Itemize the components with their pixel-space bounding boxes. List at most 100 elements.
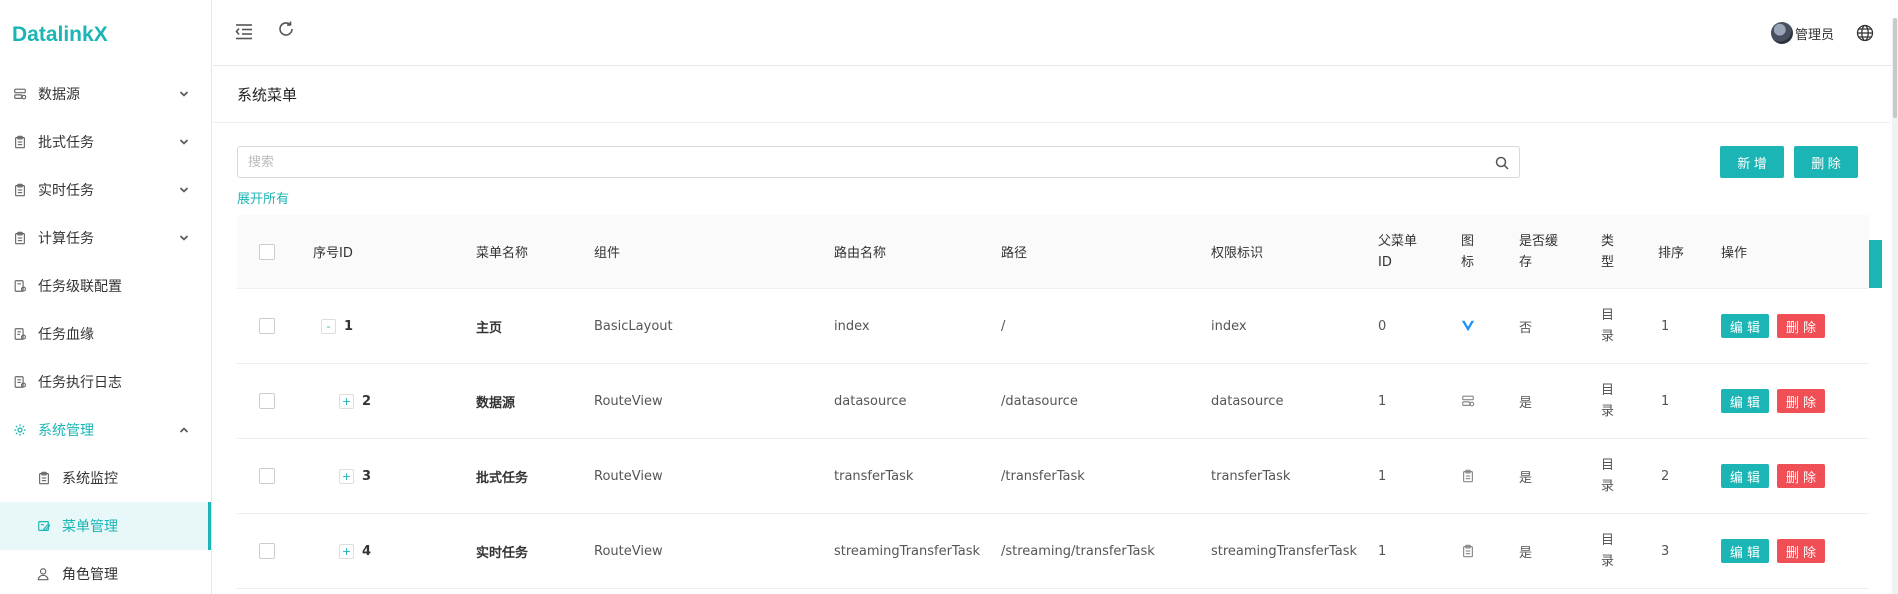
sidebar-item[interactable]: 任务执行日志 <box>0 358 211 406</box>
sidebar-item-label: 系统监控 <box>62 471 118 487</box>
row-sort: 2 <box>1661 468 1670 484</box>
row-component: RouteView <box>594 468 663 484</box>
sidebar-item[interactable]: 菜单管理 <box>0 502 211 550</box>
edit-button[interactable]: 编 辑 <box>1721 464 1769 488</box>
sidebar-item[interactable]: 角色管理 <box>0 550 211 594</box>
row-path: /datasource <box>1001 393 1078 409</box>
col-permission[interactable]: 权限标识 <box>1211 242 1263 261</box>
sidebar-item[interactable]: 任务级联配置 <box>0 262 211 310</box>
sidebar-item-label: 批式任务 <box>38 135 94 151</box>
col-icon[interactable]: 图标 <box>1461 231 1479 273</box>
sidebar-menu: 数据源批式任务实时任务计算任务任务级联配置 任务血缘任务执行日志 系统管理系统监控菜… <box>0 70 211 594</box>
row-id: 3 <box>362 468 372 484</box>
col-id[interactable]: 序号ID <box>313 242 353 261</box>
gear-icon <box>12 422 28 438</box>
chevron-up-icon <box>177 423 191 437</box>
row-path: / <box>1001 318 1006 334</box>
row-component: BasicLayout <box>594 318 673 334</box>
chevron-down-icon <box>177 231 191 245</box>
col-type[interactable]: 类型 <box>1601 231 1619 273</box>
language-icon[interactable] <box>1856 24 1874 42</box>
row-checkbox[interactable] <box>259 543 275 559</box>
user-menu[interactable]: 管理员 <box>1770 22 1834 44</box>
row-name: 实时任务 <box>476 545 529 561</box>
search-input[interactable] <box>248 154 1495 170</box>
row-sort: 3 <box>1661 543 1670 559</box>
sidebar-item[interactable]: 系统管理 <box>0 406 211 454</box>
row-route-name: transferTask <box>834 468 914 484</box>
row-permission: streamingTransferTask <box>1211 543 1357 559</box>
sidebar-item[interactable]: 批式任务 <box>0 118 211 166</box>
avatar <box>1770 22 1793 44</box>
table-row[interactable]: +4 实时任务 RouteView streamingTransferTask/str… <box>237 514 1869 589</box>
row-delete-button[interactable]: 删 除 <box>1777 314 1825 338</box>
col-sort[interactable]: 排序 <box>1658 242 1684 261</box>
row-delete-button[interactable]: 删 除 <box>1777 464 1825 488</box>
select-all-checkbox[interactable] <box>259 243 275 260</box>
sidebar-item-label: 任务血缘 <box>38 327 94 343</box>
row-id: 2 <box>362 393 372 409</box>
sidebar-item-label: 菜单管理 <box>62 519 118 535</box>
database-icon <box>1461 394 1475 408</box>
task-lineage-icon <box>12 326 28 342</box>
add-button[interactable]: 新 增 <box>1720 146 1784 178</box>
menu-fold-icon[interactable] <box>233 20 255 42</box>
row-path: /transferTask <box>1001 468 1085 484</box>
search-box[interactable] <box>237 146 1520 178</box>
row-expander[interactable]: + <box>339 393 354 409</box>
sidebar-item[interactable]: 实时任务 <box>0 166 211 214</box>
row-type: 目录 <box>1601 308 1615 344</box>
clipboard-icon <box>12 134 28 150</box>
sidebar-item[interactable]: 系统监控 <box>0 454 211 502</box>
chevron-down-icon <box>177 87 191 101</box>
clipboard-icon <box>1461 544 1475 558</box>
row-path: /streaming/transferTask <box>1001 543 1155 559</box>
chevron-down-icon <box>177 135 191 149</box>
row-cache: 是 <box>1519 395 1533 411</box>
row-checkbox[interactable] <box>259 468 275 484</box>
clipboard-icon <box>12 230 28 246</box>
table-row[interactable]: +3 批式任务 RouteView transferTask/transferTask… <box>237 439 1869 514</box>
row-checkbox[interactable] <box>259 393 275 409</box>
sidebar-item-label: 任务执行日志 <box>38 375 122 391</box>
row-delete-button[interactable]: 删 除 <box>1777 539 1825 563</box>
menu-edit-icon <box>36 518 52 534</box>
delete-button[interactable]: 删 除 <box>1794 146 1858 178</box>
app-logo[interactable]: DatalinkX <box>0 0 211 70</box>
row-expander[interactable]: - <box>321 318 336 334</box>
edit-button[interactable]: 编 辑 <box>1721 539 1769 563</box>
row-component: RouteView <box>594 543 663 559</box>
col-name[interactable]: 菜单名称 <box>476 242 528 261</box>
col-cache[interactable]: 是否缓存 <box>1519 231 1564 273</box>
row-delete-button[interactable]: 删 除 <box>1777 389 1825 413</box>
col-parent-id[interactable]: 父菜单ID <box>1378 231 1430 273</box>
row-expander[interactable]: + <box>339 543 354 559</box>
sidebar-item-label: 实时任务 <box>38 183 94 199</box>
row-cache: 是 <box>1519 470 1533 486</box>
search-icon[interactable] <box>1495 155 1509 170</box>
row-parent-id: 1 <box>1378 393 1387 409</box>
row-name: 主页 <box>476 320 503 336</box>
expand-all-link[interactable]: 展开所有 <box>237 188 289 207</box>
col-route-name[interactable]: 路由名称 <box>834 242 886 261</box>
sidebar-item-label: 系统管理 <box>38 423 94 439</box>
row-checkbox[interactable] <box>259 318 275 334</box>
edit-button[interactable]: 编 辑 <box>1721 314 1769 338</box>
sidebar: DatalinkX 数据源批式任务实时任务计算任务任务级联配置 任务血缘任务执行日… <box>0 0 212 594</box>
page-scrollbar[interactable] <box>1892 18 1898 594</box>
edit-button[interactable]: 编 辑 <box>1721 389 1769 413</box>
row-parent-id: 1 <box>1378 468 1387 484</box>
row-sort: 1 <box>1661 393 1670 409</box>
row-cache: 否 <box>1519 320 1533 336</box>
col-component[interactable]: 组件 <box>594 242 620 261</box>
table-body: -1 主页 BasicLayout index / index 0 否目录 1 编 辑删 除 +2 数… <box>237 289 1869 589</box>
table-row[interactable]: +2 数据源 RouteView datasource/datasource datas… <box>237 364 1869 439</box>
sidebar-item-label: 任务级联配置 <box>38 279 122 295</box>
sidebar-item[interactable]: 任务血缘 <box>0 310 211 358</box>
row-expander[interactable]: + <box>339 468 354 484</box>
table-row[interactable]: -1 主页 BasicLayout index / index 0 否目录 1 编 辑删 除 <box>237 289 1869 364</box>
sidebar-item[interactable]: 数据源 <box>0 70 211 118</box>
col-path[interactable]: 路径 <box>1001 242 1027 261</box>
refresh-icon[interactable] <box>275 18 297 40</box>
sidebar-item[interactable]: 计算任务 <box>0 214 211 262</box>
